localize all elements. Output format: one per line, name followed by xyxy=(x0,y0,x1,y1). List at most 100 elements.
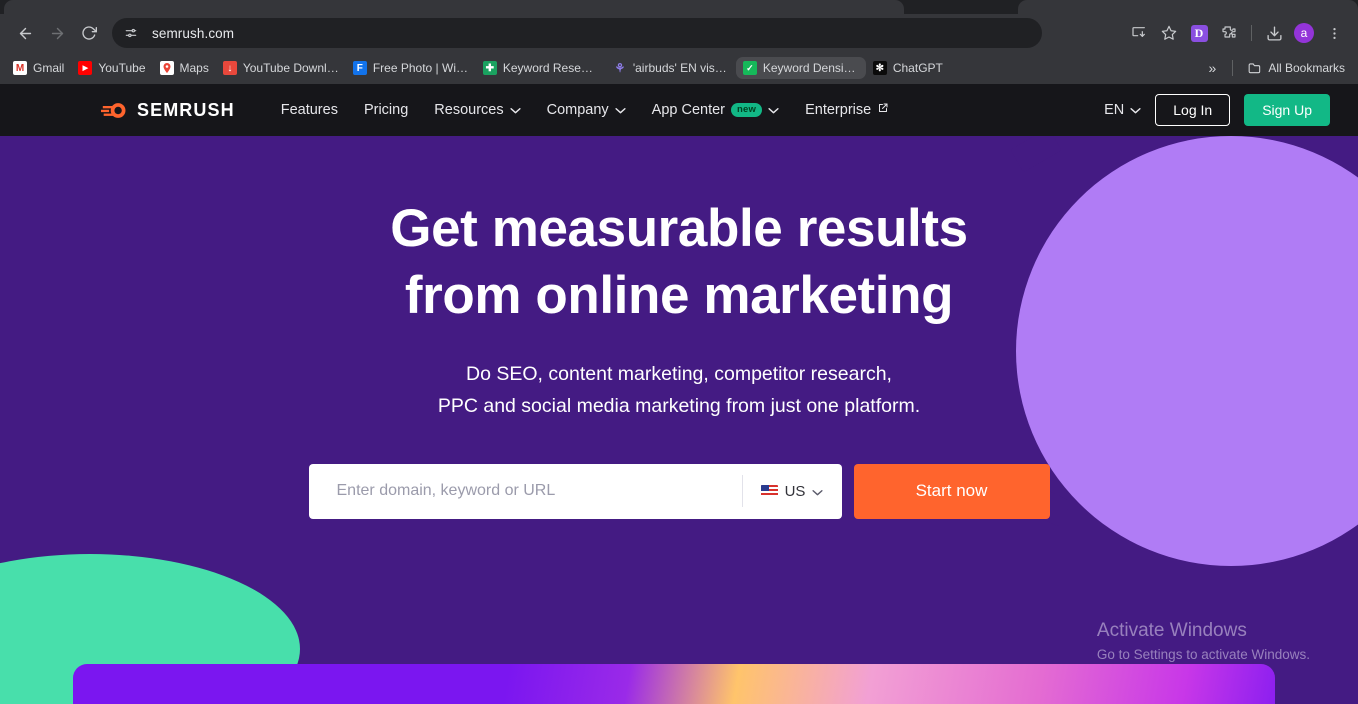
nav-item-resources[interactable]: Resources xyxy=(434,102,521,118)
site-nav-menu: Features Pricing Resources Company App C… xyxy=(281,102,889,118)
bookmark-label: 'airbuds' EN visual k... xyxy=(632,61,729,75)
keyword-density-icon: ✓ xyxy=(742,61,757,75)
watermark-subtitle: Go to Settings to activate Windows. xyxy=(1096,647,1310,662)
browser-toolbar: semrush.com D a xyxy=(0,14,1358,52)
bookmarks-divider xyxy=(1232,60,1234,76)
site-nav-actions: EN Log In Sign Up xyxy=(1104,94,1330,126)
bookmark-label: Gmail xyxy=(33,61,65,75)
nav-item-features[interactable]: Features xyxy=(281,102,338,118)
bookmark-item[interactable]: Maps xyxy=(153,57,216,79)
extensions-puzzle-icon[interactable] xyxy=(1215,19,1243,47)
semrush-logo-text: SEMRUSH xyxy=(137,99,235,120)
page-title: Get measurable results from online marke… xyxy=(0,196,1358,330)
semrush-comet-icon xyxy=(101,102,126,118)
avatar-initial: a xyxy=(1294,23,1314,43)
extension-d-icon[interactable]: D xyxy=(1185,19,1213,47)
bookmarks-overflow-button[interactable]: » xyxy=(1201,60,1225,76)
new-badge: new xyxy=(731,103,763,117)
nav-item-app-center[interactable]: App Center new xyxy=(652,102,779,118)
nav-item-enterprise[interactable]: Enterprise xyxy=(805,102,889,118)
chevron-down-icon xyxy=(615,102,626,118)
bookmark-item[interactable]: M Gmail xyxy=(6,57,71,79)
maps-icon xyxy=(159,61,174,75)
bookmark-item[interactable]: ↓ YouTube Download... xyxy=(216,57,346,79)
nav-item-pricing[interactable]: Pricing xyxy=(364,102,408,118)
hero-section: Get measurable results from online marke… xyxy=(0,136,1358,704)
back-button[interactable] xyxy=(10,18,40,48)
folder-icon xyxy=(1248,61,1262,75)
bookmark-label: Maps xyxy=(179,61,209,75)
browser-tab[interactable] xyxy=(1018,0,1358,14)
bookmark-item[interactable]: ▶ YouTube xyxy=(71,57,152,79)
bookmark-item[interactable]: ✓ Keyword Density Ch... xyxy=(735,57,866,79)
bookmark-item[interactable]: ⚘ 'airbuds' EN visual k... xyxy=(606,57,736,79)
nav-item-label: Company xyxy=(546,102,609,118)
bookmark-item[interactable]: F Free Photo | Wireles... xyxy=(346,57,476,79)
freepik-icon: F xyxy=(352,61,367,75)
chevron-down-icon xyxy=(768,102,779,118)
nav-item-company[interactable]: Company xyxy=(547,102,626,118)
install-app-icon[interactable] xyxy=(1125,19,1153,47)
start-now-button[interactable]: Start now xyxy=(853,463,1050,519)
site-header: SEMRUSH Features Pricing Resources Compa… xyxy=(0,84,1358,136)
all-bookmarks-button[interactable]: All Bookmarks xyxy=(1241,57,1352,79)
nav-item-label: Pricing xyxy=(363,102,409,118)
site-settings-icon[interactable] xyxy=(118,20,144,46)
bookmarks-bar-right: » All Bookmarks xyxy=(1201,57,1352,79)
hero-content: Get measurable results from online marke… xyxy=(0,136,1358,519)
log-in-button[interactable]: Log In xyxy=(1155,94,1231,126)
bookmark-star-icon[interactable] xyxy=(1155,19,1183,47)
headline-line-2: from online marketing xyxy=(404,265,954,325)
country-label: US xyxy=(784,482,806,500)
chatgpt-icon: ✻ xyxy=(872,61,887,75)
language-selector[interactable]: EN xyxy=(1104,102,1141,118)
watermark-title: Activate Windows xyxy=(1096,620,1247,641)
search-field-group: US xyxy=(308,463,842,519)
page-viewport: SEMRUSH Features Pricing Resources Compa… xyxy=(0,84,1358,704)
chevron-down-icon xyxy=(812,483,823,500)
toolbar-divider xyxy=(1251,25,1252,41)
semrush-logo[interactable]: SEMRUSH xyxy=(101,100,235,121)
bookmark-item[interactable]: ✚ Keyword Research A... xyxy=(476,57,606,79)
nav-item-label: Enterprise xyxy=(805,102,872,118)
profile-avatar[interactable]: a xyxy=(1290,19,1318,47)
search-input[interactable] xyxy=(308,482,742,501)
youtube-downloader-icon: ↓ xyxy=(222,61,237,75)
tab-strip xyxy=(0,0,1358,14)
external-link-icon xyxy=(877,102,889,118)
toolbar-actions: D a xyxy=(1125,19,1348,47)
browser-menu-icon[interactable] xyxy=(1320,19,1348,47)
country-selector[interactable]: US xyxy=(741,475,842,508)
bookmark-item[interactable]: ✻ ChatGPT xyxy=(866,57,950,79)
bookmark-label: YouTube xyxy=(98,61,146,75)
forward-button[interactable] xyxy=(42,18,72,48)
downloads-icon[interactable] xyxy=(1260,19,1288,47)
sign-up-button[interactable]: Sign Up xyxy=(1244,94,1330,126)
youtube-icon: ▶ xyxy=(78,61,93,75)
subtitle-line-2: PPC and social media marketing from just… xyxy=(437,394,921,417)
nav-item-label: Resources xyxy=(434,102,504,118)
language-label: EN xyxy=(1104,102,1125,118)
address-bar[interactable]: semrush.com xyxy=(112,18,1042,48)
keyword-research-icon: ✚ xyxy=(482,61,497,75)
browser-window: semrush.com D a M Gmail ▶ YouTube Maps ↓… xyxy=(0,0,1358,704)
bookmarks-bar: M Gmail ▶ YouTube Maps ↓ YouTube Downloa… xyxy=(0,52,1358,84)
us-flag-icon xyxy=(760,485,778,498)
subtitle-line-1: Do SEO, content marketing, competitor re… xyxy=(466,362,892,385)
bookmark-label: Free Photo | Wireles... xyxy=(372,61,469,75)
chevron-down-icon xyxy=(1130,102,1141,118)
bookmark-label: Keyword Density Ch... xyxy=(762,61,859,75)
activate-windows-watermark: Activate Windows Go to Settings to activ… xyxy=(1097,620,1310,662)
headline-line-1: Get measurable results xyxy=(390,199,968,258)
nav-item-label: App Center xyxy=(651,102,726,118)
bookmark-label: Keyword Research A... xyxy=(502,61,599,75)
airbuds-icon: ⚘ xyxy=(614,61,626,75)
hero-search-form: US Start now xyxy=(308,463,1050,519)
reload-button[interactable] xyxy=(74,18,104,48)
decorative-gradient-bar xyxy=(73,664,1275,704)
nav-item-label: Features xyxy=(280,102,338,118)
hero-subtitle: Do SEO, content marketing, competitor re… xyxy=(0,358,1358,422)
browser-tab[interactable] xyxy=(4,0,904,14)
all-bookmarks-label: All Bookmarks xyxy=(1268,61,1345,75)
chevron-down-icon xyxy=(509,102,521,118)
